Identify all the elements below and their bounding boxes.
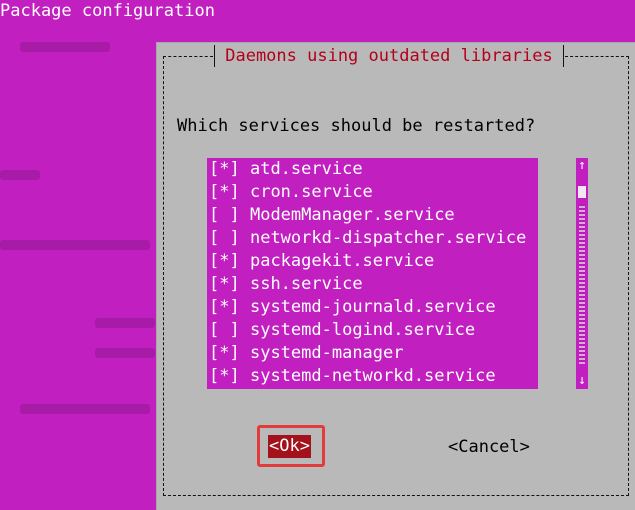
service-checkbox[interactable]: [*]	[209, 251, 240, 271]
service-item[interactable]: [*] atd.service	[207, 158, 538, 181]
ok-button-highlight: <Ok>	[257, 425, 325, 467]
service-checkbox[interactable]: [*]	[209, 274, 240, 294]
scroll-down-arrow-icon[interactable]: ↓	[576, 373, 588, 389]
services-scrollbar[interactable]: ↑ ↓	[576, 158, 588, 389]
service-name: systemd-networkd.service	[249, 366, 496, 386]
service-item[interactable]: [ ] networkd-dispatcher.service	[207, 227, 538, 250]
dialog-title: Daemons using outdated libraries	[225, 46, 553, 66]
cancel-button[interactable]: <Cancel>	[448, 436, 530, 459]
service-name: packagekit.service	[249, 251, 435, 271]
service-name: ModemManager.service	[249, 205, 455, 225]
service-item[interactable]: [ ] ModemManager.service	[207, 204, 538, 227]
scroll-thumb[interactable]	[578, 186, 586, 198]
ok-button[interactable]: <Ok>	[268, 435, 311, 458]
service-checkbox[interactable]: [*]	[209, 343, 240, 363]
dialog-frame-top-left	[163, 56, 213, 57]
scroll-up-arrow-icon[interactable]: ↑	[576, 158, 588, 174]
background-ghost-text	[95, 348, 155, 358]
service-checkbox[interactable]: [*]	[209, 297, 240, 317]
service-name: systemd-logind.service	[249, 320, 476, 340]
service-name: systemd-manager	[249, 343, 404, 363]
restart-services-dialog: Daemons using outdated libraries Which s…	[157, 43, 635, 510]
service-checkbox[interactable]: [*]	[209, 159, 240, 179]
service-item[interactable]: [*] packagekit.service	[207, 250, 538, 273]
background-ghost-text	[20, 404, 150, 414]
service-checkbox[interactable]: [ ]	[209, 205, 240, 225]
background-ghost-text	[0, 170, 40, 180]
background-ghost-text	[0, 240, 150, 250]
dialog-question: Which services should be restarted?	[177, 116, 536, 136]
service-item[interactable]: [*] cron.service	[207, 181, 538, 204]
background-ghost-text	[20, 42, 110, 52]
services-list[interactable]: [*] atd.service [*] cron.service [ ] Mod…	[207, 158, 538, 389]
service-item[interactable]: [*] systemd-manager	[207, 342, 538, 365]
service-name: networkd-dispatcher.service	[249, 228, 527, 248]
service-item[interactable]: [*] systemd-networkd.service	[207, 365, 538, 388]
service-checkbox[interactable]: [ ]	[209, 320, 240, 340]
background-ghost-text	[95, 318, 155, 328]
dialog-frame-top-right	[565, 56, 629, 57]
service-item[interactable]: [ ] systemd-logind.service	[207, 319, 538, 342]
service-name: systemd-journald.service	[249, 297, 496, 317]
service-name: atd.service	[249, 159, 363, 179]
service-checkbox[interactable]: [ ]	[209, 228, 240, 248]
service-item[interactable]: [*] systemd-journald.service	[207, 296, 538, 319]
service-item[interactable]: [*] ssh.service	[207, 273, 538, 296]
dialog-title-bar: Daemons using outdated libraries	[214, 43, 564, 70]
service-name: ssh.service	[249, 274, 363, 294]
service-name: cron.service	[249, 182, 373, 202]
service-checkbox[interactable]: [*]	[209, 366, 240, 386]
terminal-title: Package configuration	[0, 1, 215, 21]
service-checkbox[interactable]: [*]	[209, 182, 240, 202]
scroll-track[interactable]	[579, 204, 585, 364]
